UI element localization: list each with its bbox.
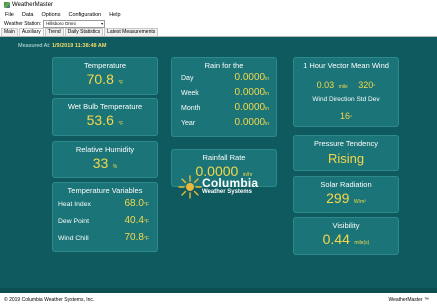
logo-sub: Weather Systems <box>202 189 252 195</box>
tab-latest-measurements[interactable]: Latest Measurements <box>104 28 159 36</box>
humidity-panel: Relative Humidity 33 % <box>52 141 158 178</box>
menu-options[interactable]: Options <box>42 12 61 18</box>
wet-bulb-unit: °F <box>118 121 124 127</box>
dew-point-value: 40.4°F <box>124 215 149 226</box>
measured-label: Measured At: <box>18 43 51 49</box>
station-selected: Hillsboro Omni <box>46 20 76 26</box>
visibility-title: Visibility <box>332 221 360 230</box>
solar-title: Solar Radiation <box>320 180 372 189</box>
wind-direction-value: 320 <box>358 80 374 90</box>
wind-speed-unit: mile <box>338 84 348 90</box>
station-select[interactable]: Hillsboro Omni ▾ <box>43 19 106 28</box>
visibility-unit: mile(s) <box>354 240 370 246</box>
footer-copyright: © 2019 Columbia Weather Systems, Inc. <box>4 297 95 303</box>
logo-word: Columbia <box>202 176 259 190</box>
heat-index-label: Heat Index <box>58 201 91 208</box>
temperature-value: 70.8 <box>86 71 114 87</box>
menu-data[interactable]: Data <box>22 12 34 18</box>
temp-vars-panel: Temperature Variables Heat Index 68.0°F … <box>52 182 158 252</box>
columbia-logo: Columbia Weather Systems <box>178 172 259 202</box>
wind-chill-label: Wind Chill <box>58 235 89 242</box>
title-bar: WeatherMaster <box>0 0 437 10</box>
visibility-panel: Visibility 0.44 mile(s) <box>293 217 399 255</box>
heat-index-value: 68.0°F <box>124 198 149 209</box>
tab-daily-statistics[interactable]: Daily Statistics <box>64 28 104 36</box>
wind-direction-unit: ° <box>373 84 376 90</box>
pressure-panel: Pressure Tendency Rising <box>293 135 399 171</box>
menu-help[interactable]: Help <box>109 12 120 18</box>
rain-day-label: Day <box>181 75 194 82</box>
tab-main[interactable]: Main <box>1 28 18 36</box>
rain-rate-title: Rainfall Rate <box>202 153 246 162</box>
menu-bar: File Data Options Configuration Help <box>0 10 437 19</box>
wind-chill-value: 70.8°F <box>124 232 149 243</box>
station-bar: Weather Station: Hillsboro Omni ▾ <box>0 19 437 28</box>
rain-year-label: Year <box>181 120 196 127</box>
wet-bulb-value: 53.6 <box>86 112 114 128</box>
pressure-title: Pressure Tendency <box>313 139 379 148</box>
rain-title: Rain for the <box>204 61 244 70</box>
temperature-title: Temperature <box>83 61 127 70</box>
temperature-panel: Temperature 70.8 °F <box>52 57 158 95</box>
solar-value: 299 <box>326 190 350 206</box>
wind-panel: 1 Hour Vector Mean Wind 0.03 mile 320° W… <box>293 57 399 127</box>
status-bar: © 2019 Columbia Weather Systems, Inc. We… <box>0 293 437 308</box>
rain-month-label: Month <box>181 105 201 112</box>
solar-panel: Solar Radiation 299 W/m² <box>293 176 399 213</box>
humidity-value: 33 <box>92 155 109 171</box>
visibility-value: 0.44 <box>322 231 350 247</box>
app-icon <box>4 2 10 8</box>
rain-month-value: 0.0000in <box>234 102 270 113</box>
chevron-down-icon: ▾ <box>101 20 104 26</box>
station-label: Weather Station: <box>4 20 42 27</box>
solar-unit: W/m² <box>353 199 366 205</box>
rain-panel: Rain for the Day 0.0000in Week 0.0000in … <box>171 57 277 137</box>
rain-week-label: Week <box>181 90 199 97</box>
window-title: WeatherMaster <box>12 2 53 8</box>
wind-speed-value: 0.03 <box>316 80 335 90</box>
dew-point-label: Dew Point <box>58 218 89 225</box>
rain-day-value: 0.0000in <box>234 72 270 83</box>
tab-bar: Main Auxiliary Trend Daily Statistics La… <box>0 28 437 37</box>
wind-std-unit: ° <box>350 115 352 121</box>
measured-at: Measured At: 1/9/2019 11:38:48 AM <box>18 43 106 49</box>
menu-file[interactable]: File <box>5 12 14 18</box>
sun-icon <box>178 175 202 199</box>
wet-bulb-title: Wet Bulb Temperature <box>67 102 143 111</box>
footer-brand: WeatherMaster ™ <box>388 297 429 303</box>
rain-week-value: 0.0000in <box>234 87 270 98</box>
wind-std-title: Wind Direction Std Dev <box>312 96 380 103</box>
wind-std-value: 16 <box>339 111 350 121</box>
wind-title: 1 Hour Vector Mean Wind <box>303 61 389 70</box>
measured-timestamp: 1/9/2019 11:38:48 AM <box>51 43 107 49</box>
menu-configuration[interactable]: Configuration <box>68 12 101 18</box>
humidity-title: Relative Humidity <box>75 145 135 154</box>
tab-auxiliary[interactable]: Auxiliary <box>18 28 44 36</box>
dashboard: Measured At: 1/9/2019 11:38:48 AM Temper… <box>0 37 437 308</box>
pressure-value: Rising <box>327 151 365 166</box>
tab-trend[interactable]: Trend <box>44 28 64 36</box>
temperature-unit: °F <box>118 80 124 86</box>
rain-year-value: 0.0000in <box>234 117 270 128</box>
temp-vars-title: Temperature Variables <box>67 186 143 195</box>
humidity-unit: % <box>112 164 118 170</box>
wet-bulb-panel: Wet Bulb Temperature 53.6 °F <box>52 98 158 136</box>
